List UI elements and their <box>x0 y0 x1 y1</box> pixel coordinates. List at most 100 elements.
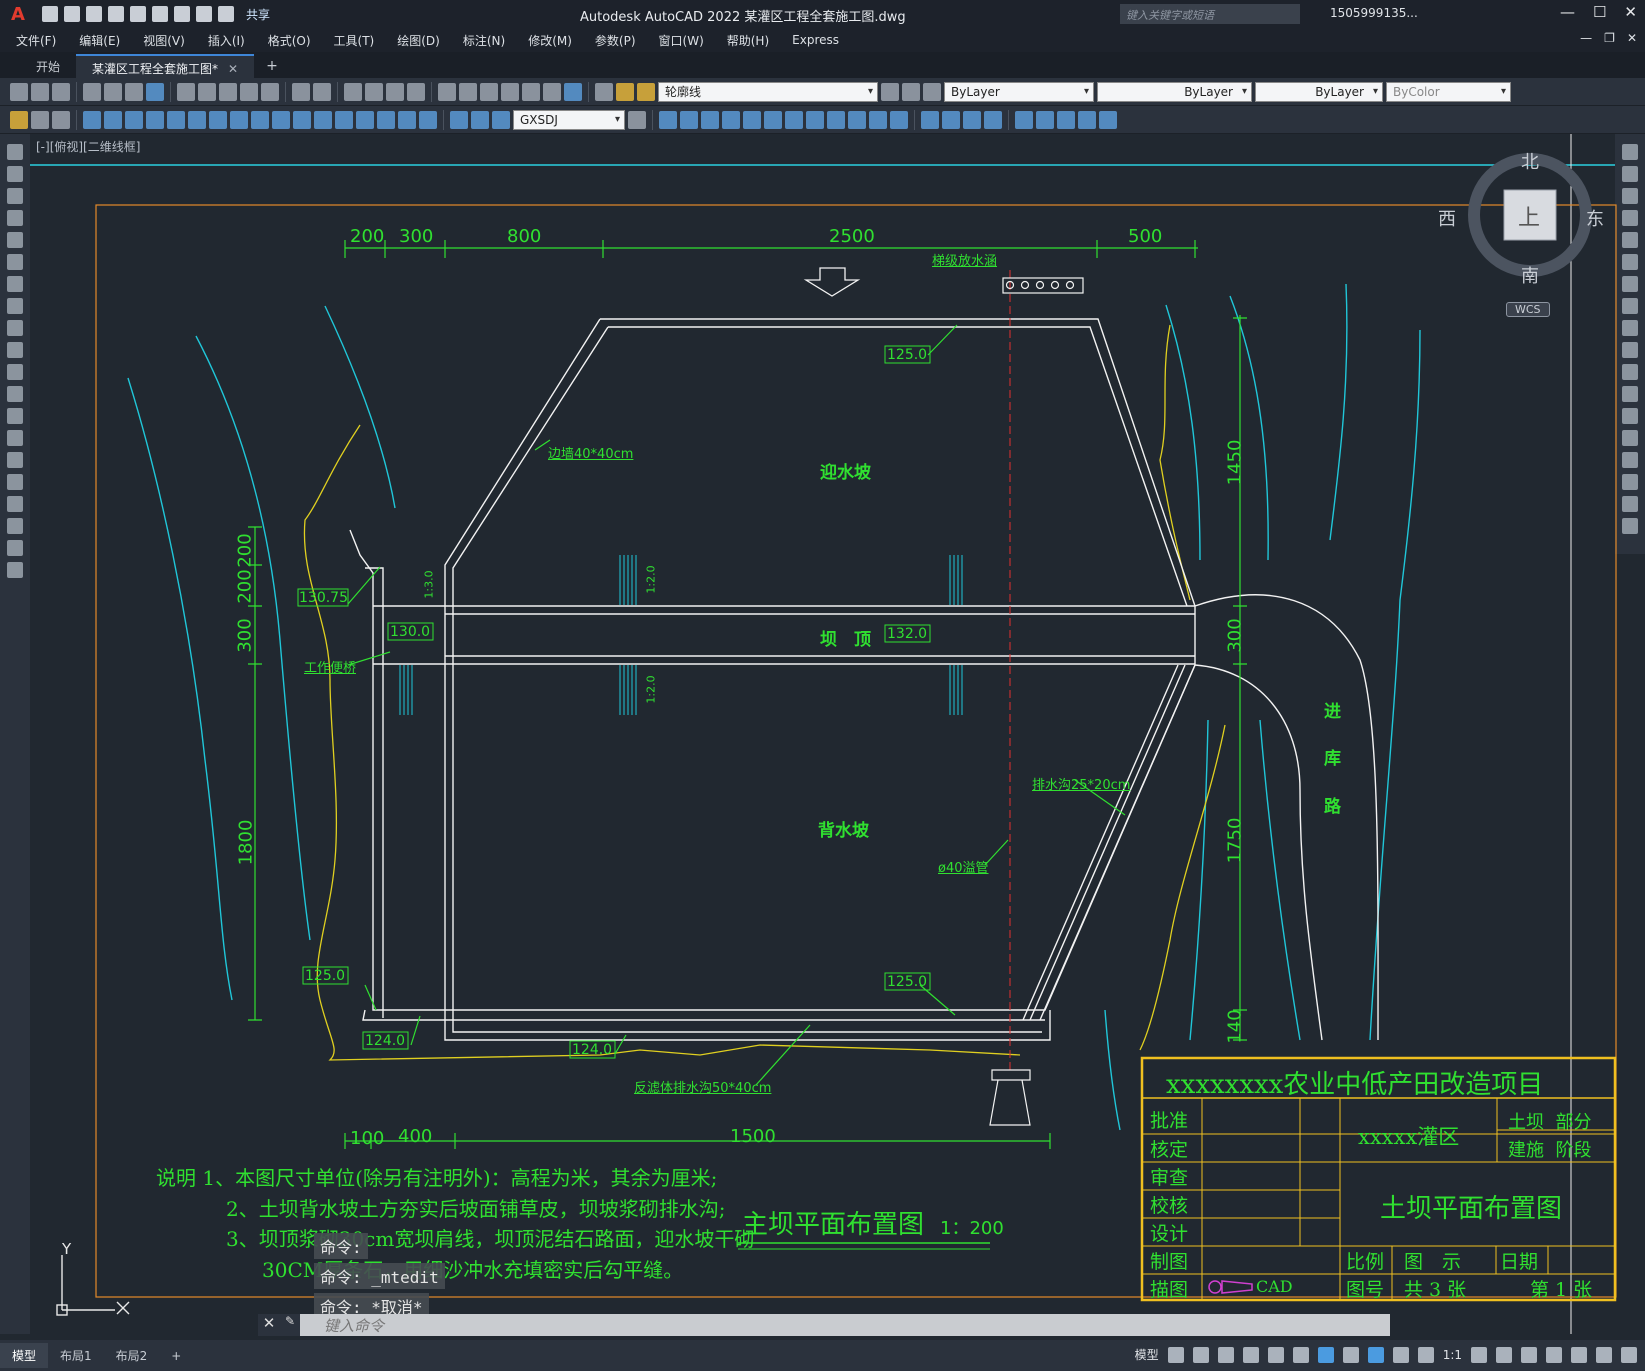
extend-icon[interactable] <box>1622 364 1638 380</box>
ucs-origin-icon[interactable] <box>848 110 866 129</box>
save-icon[interactable] <box>86 6 102 22</box>
calculator-icon[interactable] <box>543 82 561 101</box>
redo-icon[interactable] <box>218 6 234 22</box>
redo-icon[interactable] <box>313 82 331 101</box>
tab-layout1[interactable]: 布局1 <box>48 1343 104 1368</box>
help-icon[interactable] <box>564 82 582 101</box>
doc-close-icon[interactable]: ✕ <box>1627 31 1637 45</box>
zoom-previous-icon[interactable] <box>407 82 425 101</box>
units-icon[interactable] <box>1521 1346 1537 1363</box>
layer-on-icon[interactable] <box>616 82 634 101</box>
stretch-icon[interactable] <box>1622 320 1638 336</box>
copy-icon[interactable] <box>1622 166 1638 182</box>
menu-view[interactable]: 视图(V) <box>143 32 185 49</box>
plot-icon[interactable] <box>83 82 101 101</box>
ellipse-arc-icon[interactable] <box>7 364 23 380</box>
tab-start[interactable]: 开始 <box>20 54 76 78</box>
menu-edit[interactable]: 编辑(E) <box>79 32 120 49</box>
join-icon[interactable] <box>1622 430 1638 446</box>
color-dropdown[interactable]: ByLayer <box>944 81 1094 102</box>
menu-parametric[interactable]: 参数(P) <box>595 32 636 49</box>
lineweight-dropdown[interactable]: ByLayer <box>1255 81 1383 102</box>
menu-file[interactable]: 文件(F) <box>16 32 56 49</box>
dim-ordinate-icon[interactable] <box>146 110 164 129</box>
erase-icon[interactable] <box>1622 144 1638 160</box>
edit-icon[interactable] <box>10 110 28 129</box>
command-input[interactable]: 键入命令 <box>300 1315 384 1336</box>
mirror-icon[interactable] <box>1622 188 1638 204</box>
doc-restore-icon[interactable]: ❐ <box>1604 31 1615 45</box>
3d-box-icon[interactable] <box>659 110 677 129</box>
properties-icon[interactable] <box>438 82 456 101</box>
tab-drawing[interactable]: 某灌区工程全套施工图* ✕ <box>76 54 255 78</box>
plotstyle-dropdown[interactable]: ByColor <box>1386 81 1511 102</box>
make-block-icon[interactable] <box>7 408 23 424</box>
annotation-visibility-icon[interactable] <box>1367 1346 1384 1363</box>
menu-tools[interactable]: 工具(T) <box>334 32 375 49</box>
web-icon[interactable] <box>152 6 168 22</box>
block-icon[interactable] <box>31 110 49 129</box>
hatch-icon[interactable] <box>7 452 23 468</box>
match-prop-icon[interactable] <box>240 82 258 101</box>
break-icon[interactable] <box>1622 408 1638 424</box>
save-icon[interactable] <box>52 82 70 101</box>
break-point-icon[interactable] <box>1622 386 1638 402</box>
cut-icon[interactable] <box>177 82 195 101</box>
add-layout-button[interactable]: + <box>159 1345 193 1367</box>
app-menu-button[interactable]: A <box>0 0 36 28</box>
object-snap-tracking-icon[interactable] <box>1292 1346 1309 1363</box>
dim-diameter-icon[interactable] <box>209 110 227 129</box>
viewcube-top-face[interactable]: 上 <box>1518 200 1540 232</box>
ucs-zaxis-icon[interactable] <box>869 110 887 129</box>
new-tab-button[interactable]: + <box>254 54 290 78</box>
light-icon[interactable] <box>963 110 981 129</box>
circle-icon[interactable] <box>7 276 23 292</box>
arc-icon[interactable] <box>7 254 23 270</box>
tab-close-icon[interactable]: ✕ <box>228 62 238 76</box>
viewcube-east[interactable]: 东 <box>1586 205 1604 231</box>
ucs-object-icon[interactable] <box>806 110 824 129</box>
ucs-previous-icon[interactable] <box>764 110 782 129</box>
dim-radius-icon[interactable] <box>167 110 185 129</box>
grid-icon[interactable] <box>1167 1346 1184 1363</box>
save-as-icon[interactable] <box>108 6 124 22</box>
open-icon[interactable] <box>31 82 49 101</box>
gradient-icon[interactable] <box>7 474 23 490</box>
command-close-icon[interactable]: ✕ <box>258 1314 280 1336</box>
layer-match-icon[interactable] <box>923 82 941 101</box>
table-icon[interactable] <box>7 518 23 534</box>
dim-update-icon[interactable] <box>492 110 510 129</box>
snap-icon[interactable] <box>1192 1346 1209 1363</box>
object-snap-icon[interactable] <box>1317 1346 1334 1363</box>
center-mark-icon[interactable] <box>377 110 395 129</box>
polyline-icon[interactable] <box>7 188 23 204</box>
dim-continue-icon[interactable] <box>293 110 311 129</box>
dim-space-icon[interactable] <box>314 110 332 129</box>
viewcube-south[interactable]: 南 <box>1521 262 1539 288</box>
make-current-icon[interactable] <box>881 82 899 101</box>
point-icon[interactable] <box>7 430 23 446</box>
revcloud-icon[interactable] <box>7 298 23 314</box>
solid-revolve-icon[interactable] <box>1036 110 1054 129</box>
fillet-icon[interactable] <box>1622 474 1638 490</box>
maximize-icon[interactable]: ☐ <box>1593 3 1606 21</box>
workspace-gear-icon[interactable] <box>1471 1346 1487 1363</box>
solid-sweep-icon[interactable] <box>1057 110 1075 129</box>
dim-text-edit-icon[interactable] <box>471 110 489 129</box>
doc-minimize-icon[interactable]: — <box>1580 31 1592 45</box>
jogged-linear-icon[interactable] <box>419 110 437 129</box>
insert-block-icon[interactable] <box>7 386 23 402</box>
dim-edit-icon[interactable] <box>450 110 468 129</box>
dim-style-icon[interactable] <box>628 110 646 129</box>
clean-screen-icon[interactable] <box>1596 1346 1612 1363</box>
annotation-scale-icon[interactable] <box>1417 1346 1434 1363</box>
model-space-button[interactable]: 模型 <box>1135 1346 1159 1363</box>
paste-icon[interactable] <box>219 82 237 101</box>
layer-properties-icon[interactable] <box>595 82 613 101</box>
render-icon[interactable] <box>921 110 939 129</box>
scale-icon[interactable] <box>1622 298 1638 314</box>
polar-icon[interactable] <box>1242 1346 1259 1363</box>
dim-angular-icon[interactable] <box>230 110 248 129</box>
copy-icon[interactable] <box>198 82 216 101</box>
pan-icon[interactable] <box>344 82 362 101</box>
